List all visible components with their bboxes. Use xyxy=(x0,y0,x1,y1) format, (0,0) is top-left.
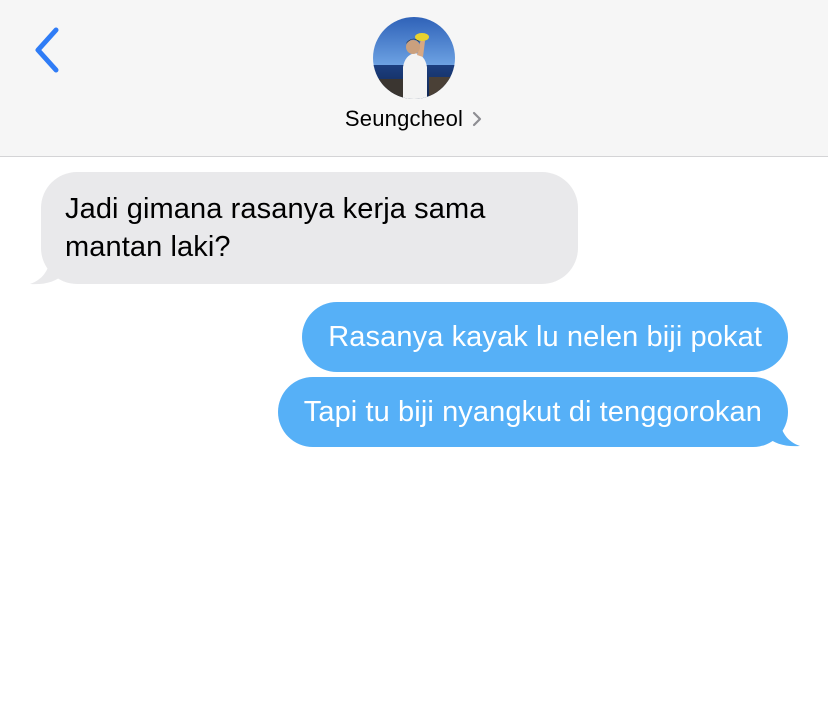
contact-name-button[interactable]: Seungcheol xyxy=(0,106,828,132)
incoming-bubble-tail xyxy=(30,256,64,285)
avatar[interactable] xyxy=(373,17,455,99)
back-button[interactable] xyxy=(22,22,72,78)
message-text-line: Jadi gimana rasanya kerja sama xyxy=(65,193,486,225)
avatar-photo xyxy=(373,17,455,99)
message-text: Rasanya kayak lu nelen biji pokat xyxy=(328,321,762,353)
contact-name-row: Seungcheol xyxy=(345,106,483,132)
incoming-message-bubble[interactable]: Jadi gimana rasanya kerja sama mantan la… xyxy=(41,172,578,284)
chevron-left-icon xyxy=(35,27,59,73)
outgoing-message-bubble[interactable]: Tapi tu biji nyangkut di tenggorokan xyxy=(277,377,788,447)
chevron-right-icon xyxy=(473,111,482,127)
outgoing-bubble-tail xyxy=(766,418,800,447)
contact-name: Seungcheol xyxy=(344,106,464,131)
conversation-header: Seungcheol xyxy=(0,0,828,157)
message-text-line: mantan laki? xyxy=(65,231,231,263)
conversation-screen: Seungcheol Jadi gimana rasanya kerja sam… xyxy=(0,0,828,710)
outgoing-message-bubble[interactable]: Rasanya kayak lu nelen biji pokat xyxy=(302,302,788,372)
message-text: Tapi tu biji nyangkut di tenggorokan xyxy=(303,396,762,428)
